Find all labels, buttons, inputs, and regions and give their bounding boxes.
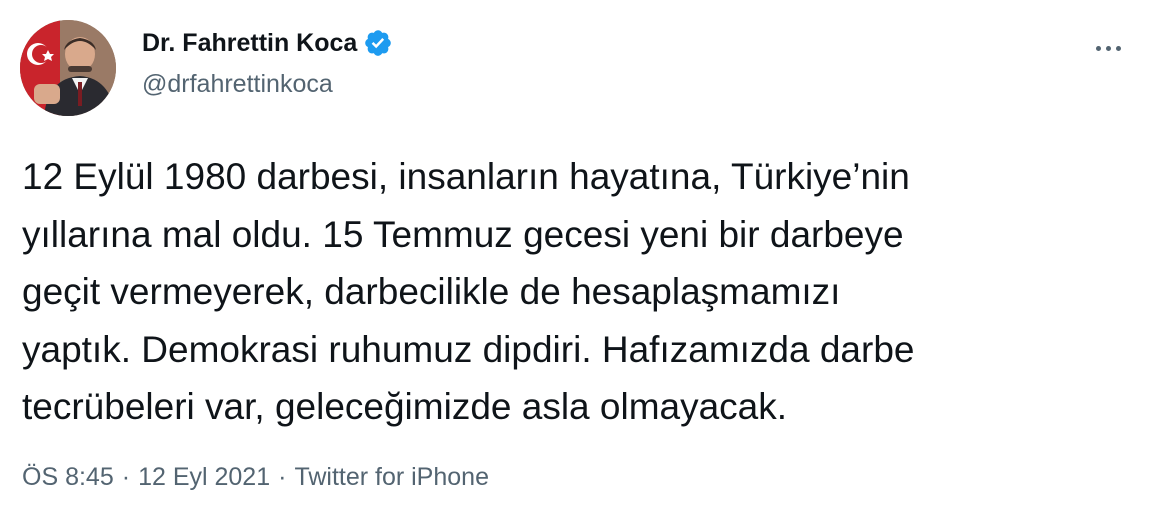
tweet-text-line: yaptık. Demokrasi ruhumuz dipdiri. Hafız… (22, 328, 915, 370)
meta-separator: · (121, 463, 131, 491)
more-dot (1105, 45, 1111, 51)
tweet-card: Dr. Fahrettin Koca @drfahrettinkoca 12 E… (0, 0, 1152, 506)
author-display-name[interactable]: Dr. Fahrettin Koca (142, 29, 357, 58)
author-name-row: Dr. Fahrettin Koca (142, 28, 393, 58)
author-avatar[interactable] (20, 20, 116, 116)
author-handle[interactable]: @drfahrettinkoca (142, 70, 333, 99)
verified-badge-icon (365, 30, 392, 56)
tweet-text: 12 Eylül 1980 darbesi, insanların hayatı… (22, 148, 1132, 436)
meta-separator: · (278, 463, 287, 491)
tweet-metadata: ÖS 8:45 · 12 Eyl 2021 · Twitter for iPho… (22, 463, 489, 492)
more-dot (1115, 45, 1121, 51)
avatar-image (20, 20, 116, 116)
tweet-date[interactable]: 12 Eyl 2021 (138, 463, 270, 492)
tweet-text-line: tecrübeleri var, geleceğimizde asla olma… (22, 386, 788, 427)
more-options-icon[interactable] (1080, 30, 1136, 66)
tweet-source[interactable]: Twitter for iPhone (294, 463, 489, 492)
tweet-text-line: 12 Eylül 1980 darbesi, insanların hayatı… (22, 156, 910, 197)
tweet-text-line: geçit vermeyerek, darbecilikle de hesapl… (22, 271, 841, 312)
tweet-text-line: yıllarına mal oldu. 15 Temmuz gecesi yen… (22, 213, 904, 255)
more-dot (1095, 45, 1101, 51)
tweet-time[interactable]: ÖS 8:45 (22, 463, 114, 492)
